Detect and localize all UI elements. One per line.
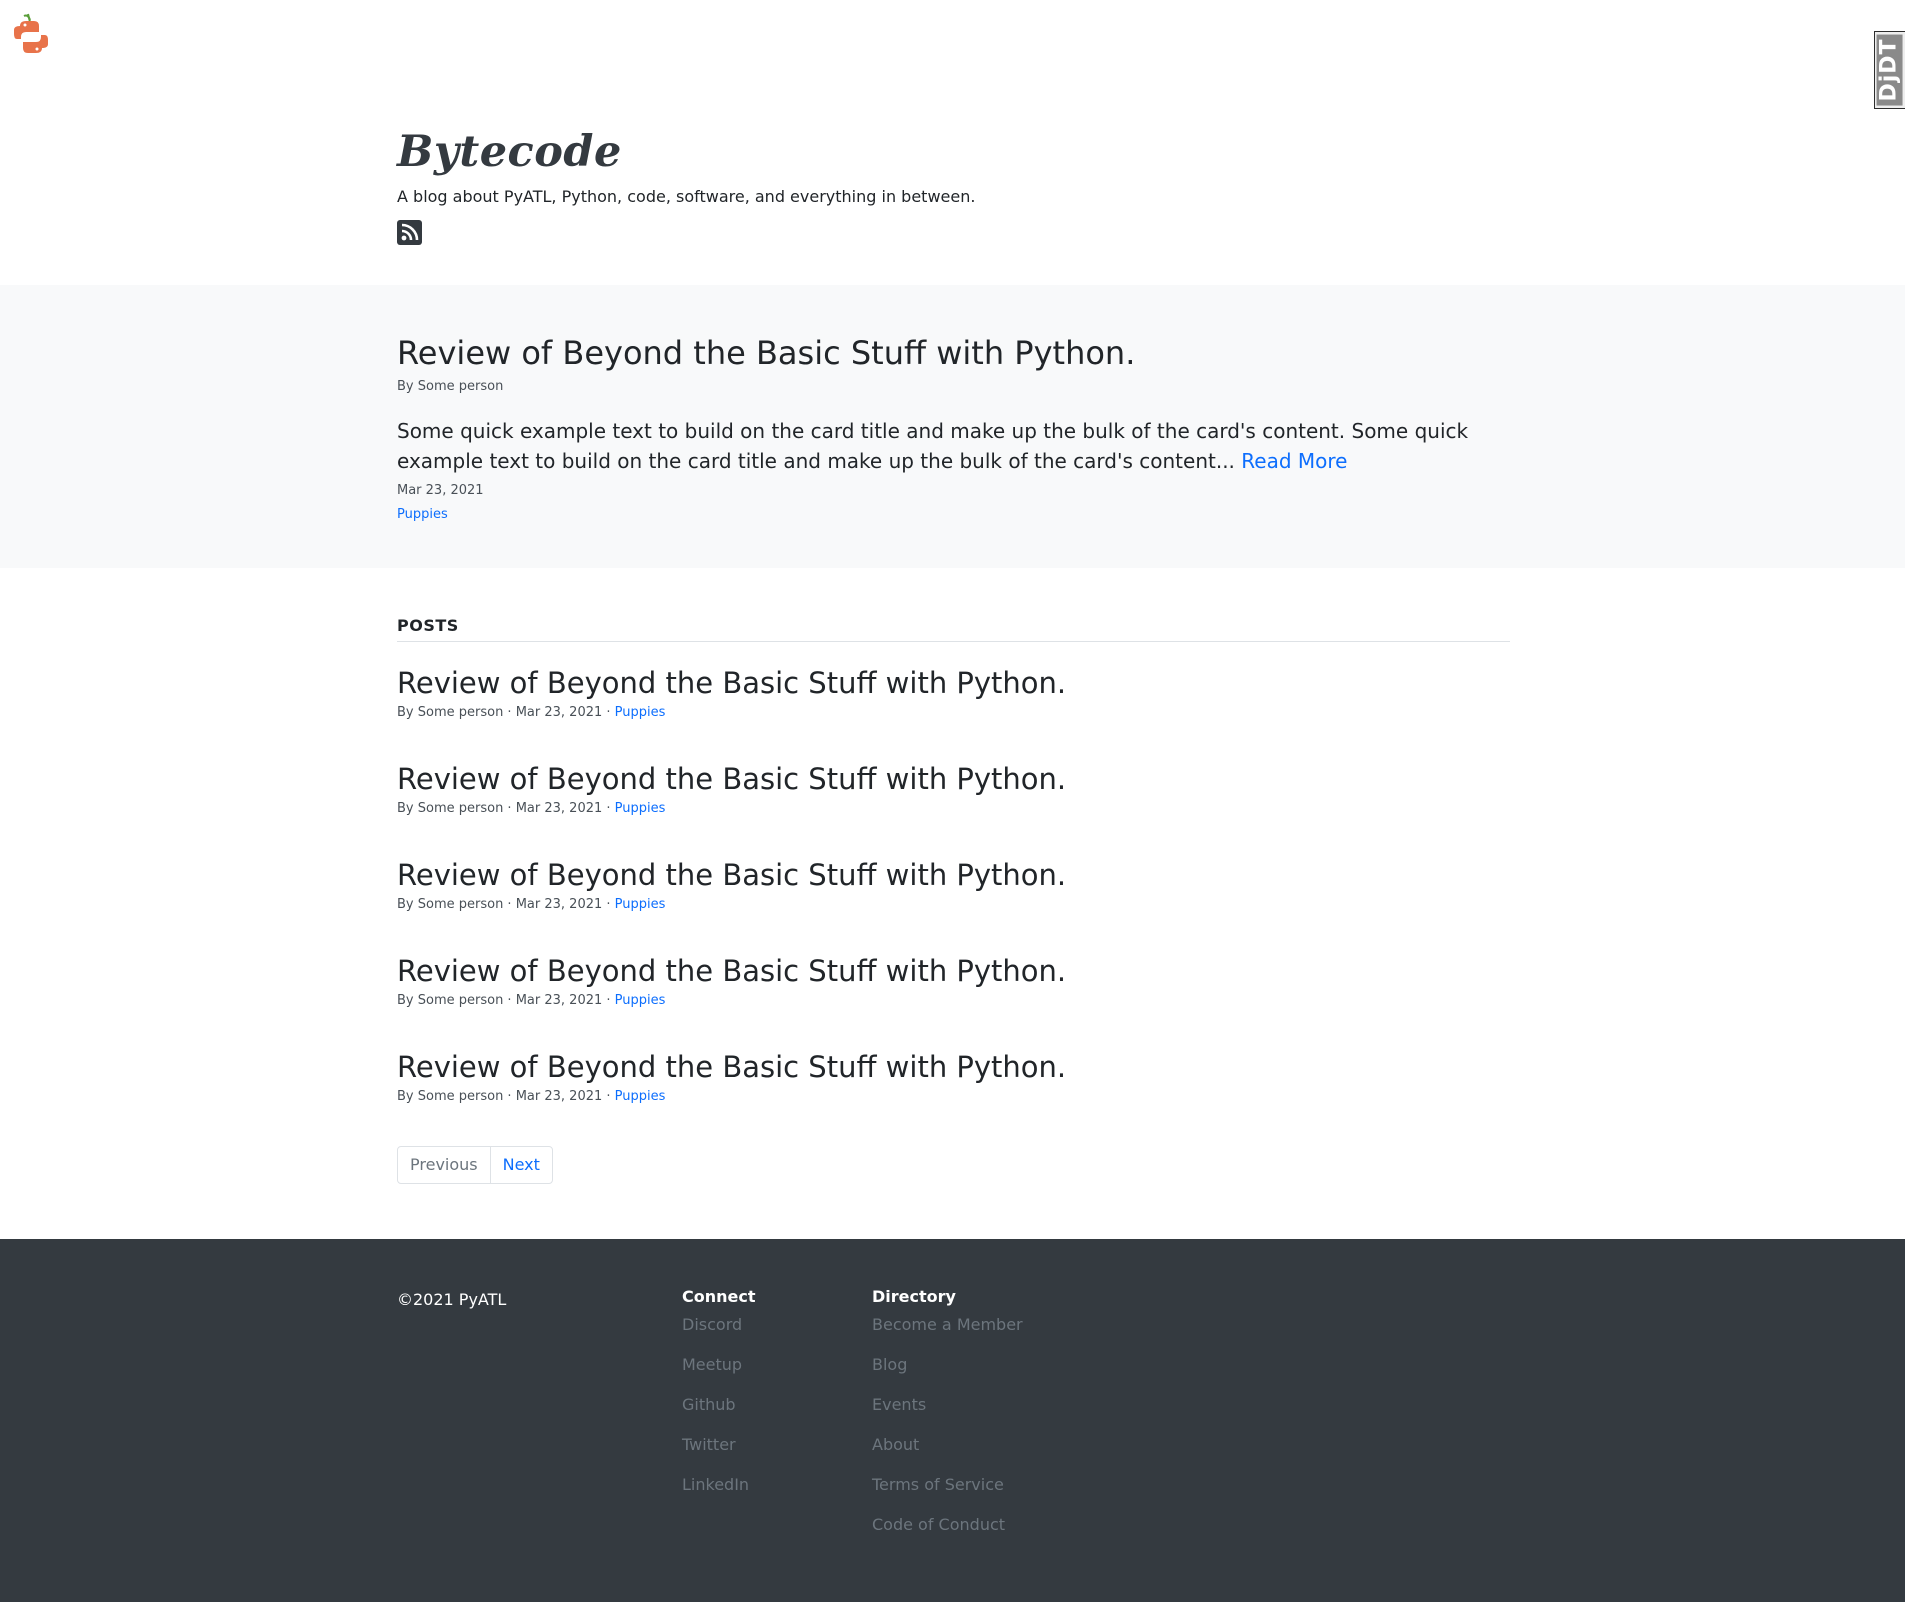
post-meta: By Some person · Mar 23, 2021 · Puppies bbox=[397, 704, 1510, 722]
post-list-item: Review of Beyond the Basic Stuff with Py… bbox=[397, 1048, 1510, 1106]
post-tag-link[interactable]: Puppies bbox=[615, 897, 666, 912]
footer-directory-heading: Directory bbox=[872, 1287, 956, 1306]
pagination: Previous Next bbox=[397, 1146, 553, 1184]
footer-link-become-member[interactable]: Become a Member bbox=[872, 1313, 1023, 1337]
post-meta: By Some person · Mar 23, 2021 · Puppies bbox=[397, 1088, 1510, 1106]
post-meta-text: By Some person · Mar 23, 2021 · bbox=[397, 801, 615, 816]
post-title[interactable]: Review of Beyond the Basic Stuff with Py… bbox=[397, 760, 1510, 798]
post-meta: By Some person · Mar 23, 2021 · Puppies bbox=[397, 800, 1510, 818]
blog-title[interactable]: Bytecode bbox=[397, 124, 1510, 180]
featured-post-author: By Some person bbox=[397, 379, 504, 394]
post-title[interactable]: Review of Beyond the Basic Stuff with Py… bbox=[397, 856, 1510, 894]
footer-link-blog[interactable]: Blog bbox=[872, 1345, 1023, 1385]
site-header: Bytecode A blog about PyATL, Python, cod… bbox=[397, 124, 1510, 249]
copyright-text: ©2021 PyATL bbox=[397, 1290, 507, 1309]
footer-link-meetup[interactable]: Meetup bbox=[682, 1345, 756, 1385]
django-debug-toolbar-tab[interactable]: DjDT bbox=[1874, 31, 1905, 109]
post-list-item: Review of Beyond the Basic Stuff with Py… bbox=[397, 856, 1510, 914]
read-more-link[interactable]: Read More bbox=[1241, 449, 1347, 473]
previous-page-button[interactable]: Previous bbox=[398, 1147, 491, 1183]
featured-post: Review of Beyond the Basic Stuff with Py… bbox=[397, 330, 1510, 524]
site-footer: ©2021 PyATL Connect Discord Meetup Githu… bbox=[0, 1239, 1905, 1602]
footer-link-code-of-conduct[interactable]: Code of Conduct bbox=[872, 1505, 1023, 1545]
post-meta-text: By Some person · Mar 23, 2021 · bbox=[397, 897, 615, 912]
featured-post-tag-link[interactable]: Puppies bbox=[397, 506, 1510, 524]
post-list-item: Review of Beyond the Basic Stuff with Py… bbox=[397, 760, 1510, 818]
posts-heading: POSTS bbox=[397, 615, 1510, 642]
post-title[interactable]: Review of Beyond the Basic Stuff with Py… bbox=[397, 1048, 1510, 1086]
blog-tagline: A blog about PyATL, Python, code, softwa… bbox=[397, 187, 976, 206]
featured-post-title[interactable]: Review of Beyond the Basic Stuff with Py… bbox=[397, 330, 1510, 376]
post-meta-text: By Some person · Mar 23, 2021 · bbox=[397, 1089, 615, 1104]
footer-link-terms[interactable]: Terms of Service bbox=[872, 1465, 1023, 1505]
post-tag-link[interactable]: Puppies bbox=[615, 1089, 666, 1104]
footer-link-events[interactable]: Events bbox=[872, 1385, 1023, 1425]
footer-connect-heading: Connect bbox=[682, 1287, 756, 1306]
footer-link-github[interactable]: Github bbox=[682, 1385, 756, 1425]
posts-section: POSTS Review of Beyond the Basic Stuff w… bbox=[397, 615, 1510, 1184]
post-tag-link[interactable]: Puppies bbox=[615, 801, 666, 816]
rss-feed-icon[interactable] bbox=[397, 220, 422, 245]
post-tag-link[interactable]: Puppies bbox=[615, 705, 666, 720]
post-meta-text: By Some person · Mar 23, 2021 · bbox=[397, 705, 615, 720]
footer-link-about[interactable]: About bbox=[872, 1425, 1023, 1465]
python-logo-icon[interactable] bbox=[12, 12, 50, 54]
post-list-item: Review of Beyond the Basic Stuff with Py… bbox=[397, 664, 1510, 722]
featured-post-date: Mar 23, 2021 bbox=[397, 483, 484, 498]
post-title[interactable]: Review of Beyond the Basic Stuff with Py… bbox=[397, 952, 1510, 990]
footer-connect-column: Connect Discord Meetup Github Twitter Li… bbox=[682, 1285, 756, 1505]
post-meta: By Some person · Mar 23, 2021 · Puppies bbox=[397, 992, 1510, 1010]
footer-link-discord[interactable]: Discord bbox=[682, 1313, 756, 1337]
featured-post-excerpt: Some quick example text to build on the … bbox=[397, 416, 1510, 476]
post-meta-text: By Some person · Mar 23, 2021 · bbox=[397, 993, 615, 1008]
post-list-item: Review of Beyond the Basic Stuff with Py… bbox=[397, 952, 1510, 1010]
post-tag-link[interactable]: Puppies bbox=[615, 993, 666, 1008]
djdt-label: DjDT bbox=[1877, 34, 1904, 106]
next-page-button[interactable]: Next bbox=[491, 1147, 552, 1183]
page: DjDT Bytecode A blog about PyATL, Python… bbox=[0, 0, 1905, 1602]
footer-link-twitter[interactable]: Twitter bbox=[682, 1425, 756, 1465]
footer-directory-column: Directory Become a Member Blog Events Ab… bbox=[872, 1285, 1023, 1545]
footer-link-linkedin[interactable]: LinkedIn bbox=[682, 1465, 756, 1505]
post-title[interactable]: Review of Beyond the Basic Stuff with Py… bbox=[397, 664, 1510, 702]
post-meta: By Some person · Mar 23, 2021 · Puppies bbox=[397, 896, 1510, 914]
